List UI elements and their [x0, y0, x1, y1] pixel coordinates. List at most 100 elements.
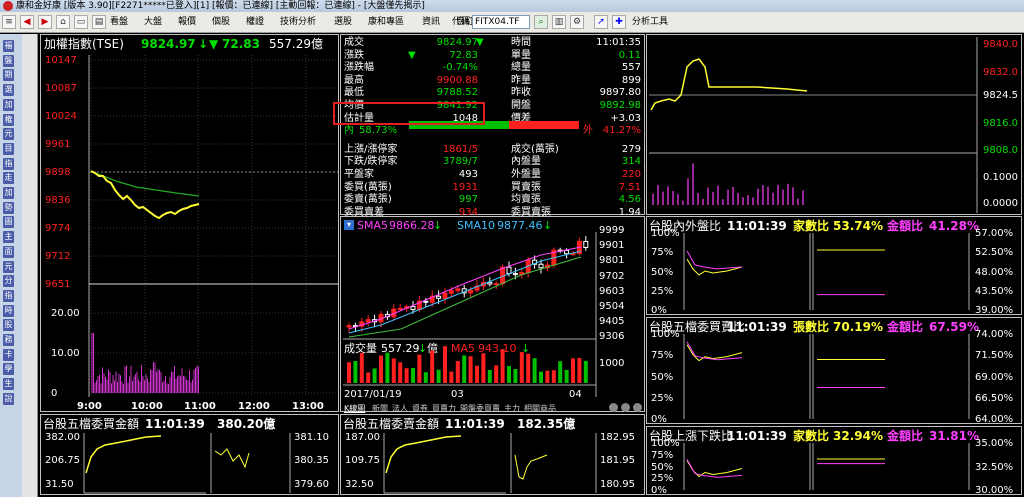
- forward-arrow-icon[interactable]: ▶: [38, 15, 52, 29]
- quote-down-arrow: ▼: [476, 37, 484, 48]
- left-menu-item[interactable]: 時: [3, 304, 14, 317]
- quote-label: 內盤量: [511, 156, 541, 168]
- volume-bar: [551, 370, 556, 383]
- quote-value: 3789/7: [442, 156, 478, 168]
- volume-bar: [398, 362, 403, 383]
- index-chart-panel: 加權指數(TSE) 9824.97 ↓ ▼ 72.83 557.29億 1014…: [40, 34, 339, 412]
- volume-bar: [385, 352, 390, 383]
- quote-label: 單量: [511, 49, 531, 61]
- ratio-plot: [683, 334, 970, 419]
- quote-value: 1861/5: [442, 143, 478, 155]
- quote-value: -0.74%: [442, 62, 478, 74]
- menu-item[interactable]: 技術分析: [280, 16, 316, 29]
- left-menu-item[interactable]: 元: [3, 128, 14, 141]
- candle-body: [448, 290, 454, 294]
- left-menu-item[interactable]: 加: [3, 98, 14, 111]
- volume-bar: [391, 358, 396, 383]
- left-menu-item[interactable]: 說: [3, 392, 14, 405]
- left-menu-item[interactable]: 選: [3, 84, 14, 97]
- amount-line: [385, 435, 462, 474]
- ratio-line-magenta: [686, 250, 743, 270]
- quote-label: 成交(萬張): [511, 143, 559, 155]
- left-menu-item[interactable]: 分: [3, 275, 14, 288]
- candle-body: [346, 325, 352, 328]
- search-icon[interactable]: ⌕: [534, 15, 548, 29]
- left-menu-item[interactable]: 盤: [3, 54, 14, 67]
- home-icon[interactable]: ⌂: [56, 15, 70, 29]
- menu-item[interactable]: 權證: [246, 16, 264, 29]
- left-menu-item[interactable]: 指: [3, 157, 14, 170]
- volume-bar: [366, 372, 371, 383]
- estimate-highlight-box: [333, 102, 485, 125]
- quote-value: 11:01:35: [596, 37, 641, 48]
- code-input[interactable]: FITX04.TF: [472, 15, 530, 29]
- sma20-line: [348, 256, 582, 338]
- chart-icon[interactable]: ▥: [552, 15, 566, 29]
- window-icon[interactable]: ▭: [74, 15, 88, 29]
- candle-body: [365, 319, 371, 323]
- left-menu-item[interactable]: 面: [3, 245, 14, 258]
- quote-value: 9788.52: [436, 87, 478, 99]
- volume-bar: [532, 358, 537, 383]
- ratio-plot: [683, 233, 970, 310]
- quote-value: 41.27%: [602, 125, 641, 137]
- quote-label: 均賣張: [511, 194, 541, 206]
- volume-bar: [423, 372, 428, 383]
- menu-item[interactable]: 報價: [178, 16, 196, 29]
- left-menu-item[interactable]: 股: [3, 319, 14, 332]
- volume-bar: [526, 353, 531, 383]
- left-menu-item[interactable]: 生: [3, 378, 14, 391]
- candle-body: [487, 281, 493, 285]
- volume-bar: [353, 360, 358, 383]
- menu-item[interactable]: 個股: [212, 16, 230, 29]
- sidebar-scroll-strip[interactable]: [22, 34, 38, 497]
- back-arrow-icon[interactable]: ◀: [20, 15, 34, 29]
- quote-label: 漲跌幅: [344, 62, 374, 74]
- quote-value: 9824.97: [436, 37, 478, 48]
- left-menu-item[interactable]: 主: [3, 231, 14, 244]
- left-menu-item[interactable]: 學: [3, 363, 14, 376]
- menu-item[interactable]: 看盤: [110, 16, 128, 29]
- left-menu-item[interactable]: 卡: [3, 348, 14, 361]
- menu-item[interactable]: 康和專區: [368, 16, 404, 29]
- volume-bar: [443, 346, 447, 383]
- quote-panel: 成交 9824.97 ▼ 漲跌 72.83 ▼ 漲跌幅 -0.74% 最高 9900.88 最低 97…: [333, 34, 645, 218]
- window-titlebar: 康和金好康 [版本 3.90][F2271*****已登入][1] [報價：已連…: [0, 0, 1024, 12]
- quote-value: 557: [621, 62, 641, 74]
- left-menu-item[interactable]: 元: [3, 260, 14, 273]
- quote-label: 開盤: [511, 100, 531, 111]
- quote-label: 下跌/跌停家: [344, 156, 398, 168]
- volume-bar: [571, 358, 575, 383]
- volume-bar: [475, 365, 479, 383]
- left-sidebar: 福盤期選加権元目指走加勢圖主面元分指時股務卡學生說: [0, 34, 22, 497]
- analysis-icon[interactable]: ✚: [612, 15, 626, 29]
- ratio-line-yellow: [686, 460, 743, 478]
- quote-label: 昨收: [511, 87, 531, 99]
- bottom-panel: 台股五檔委賣金額 11:01:39 182.35億 187.00 109.75 32.50…: [340, 414, 645, 495]
- settings-icon[interactable]: ⚙: [570, 15, 584, 29]
- pointer-icon[interactable]: ➚: [594, 15, 608, 29]
- left-menu-item[interactable]: 福: [3, 40, 14, 52]
- left-menu-item[interactable]: 勢: [3, 201, 14, 214]
- menu-icon[interactable]: ≡: [2, 15, 16, 29]
- left-menu-item[interactable]: 務: [3, 334, 14, 346]
- left-menu-item[interactable]: 権: [3, 113, 14, 126]
- left-menu-item[interactable]: 指: [3, 289, 14, 302]
- left-menu-item[interactable]: 期: [3, 69, 14, 82]
- analysis-tool-menu[interactable]: 分析工具: [632, 16, 668, 29]
- menu-item[interactable]: 資訊: [422, 16, 440, 29]
- left-menu-item[interactable]: 圖: [3, 216, 14, 229]
- quote-value: +3.03: [610, 112, 641, 124]
- menu-item[interactable]: 大盤: [144, 16, 162, 29]
- quote-value: 314: [621, 156, 641, 168]
- left-menu-item[interactable]: 加: [3, 187, 14, 199]
- quote-value: 58.73%: [359, 125, 398, 137]
- volume-bar: [539, 371, 543, 383]
- volume-bar: [379, 355, 383, 383]
- quote-label: 總量: [511, 62, 531, 74]
- menu-item[interactable]: 選股: [334, 16, 352, 29]
- print-icon[interactable]: ▤: [92, 15, 106, 29]
- left-menu-item[interactable]: 走: [3, 172, 14, 185]
- quote-label: 買賣張: [511, 181, 541, 193]
- left-menu-item[interactable]: 目: [3, 142, 14, 155]
